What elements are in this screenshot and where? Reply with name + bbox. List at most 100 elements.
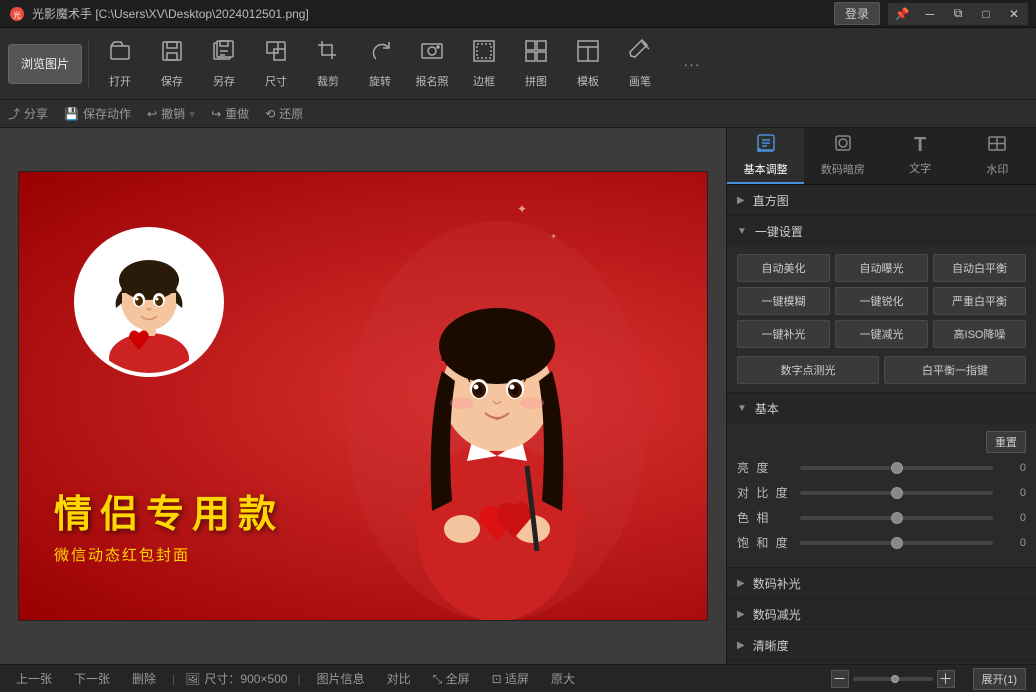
fullscreen-icon: ⤡ xyxy=(433,672,443,686)
tool-save[interactable]: 保存 xyxy=(147,34,197,94)
tab-bar: 基本调整 数码暗房 T 文字 水印 xyxy=(727,128,1036,185)
basic-header[interactable]: ▼ 基本 xyxy=(727,393,1036,423)
contrast-thumb[interactable] xyxy=(891,487,903,499)
tab-watermark-label: 水印 xyxy=(986,161,1008,177)
digital-darken-header[interactable]: ▶ 数码减光 xyxy=(727,599,1036,629)
tool-resize[interactable]: 尺寸 xyxy=(251,34,301,94)
tool-crop-label: 裁剪 xyxy=(317,73,339,89)
undo-icon: ↩ xyxy=(147,107,157,121)
toolbar-divider xyxy=(88,39,89,89)
hue-track[interactable] xyxy=(800,516,993,520)
expand-button[interactable]: 展开(1) xyxy=(973,668,1026,690)
tool-border[interactable]: 边框 xyxy=(459,34,509,94)
tool-collage[interactable]: 拼图 xyxy=(511,34,561,94)
toolbar: 浏览图片 打开 保存 另存 尺寸 裁剪 旋转 xyxy=(0,28,1036,100)
save-action[interactable]: 💾 保存动作 xyxy=(64,105,131,122)
delete-button[interactable]: 删除 xyxy=(126,668,162,689)
fit-button[interactable]: ⊡ 适屏 xyxy=(486,668,535,689)
darkroom-tab-icon xyxy=(833,133,853,158)
info-button[interactable]: 图片信息 xyxy=(311,668,371,689)
redo-icon: ↪ xyxy=(211,107,221,121)
hue-label: 色 相 xyxy=(737,509,792,526)
save-icon xyxy=(160,39,184,69)
image-subtitle: 微信动态红包封面 xyxy=(54,544,284,565)
browse-button[interactable]: 浏览图片 xyxy=(8,44,82,84)
prev-button[interactable]: 上一张 xyxy=(10,668,58,689)
digital-spot-btn[interactable]: 数字点测光 xyxy=(737,356,879,384)
restore-action[interactable]: ⟲ 还原 xyxy=(265,105,303,122)
size-info: 🖼 尺寸：900×500 xyxy=(185,670,287,687)
tab-basic[interactable]: 基本调整 xyxy=(727,128,804,184)
tool-save-label: 保存 xyxy=(161,73,183,89)
tab-darkroom[interactable]: 数码暗房 xyxy=(804,128,881,184)
tool-open-label: 打开 xyxy=(109,73,131,89)
saturation-label: 饱 和 度 xyxy=(737,534,792,551)
fullscreen-button[interactable]: ⤡ 全屏 xyxy=(427,668,476,689)
high-iso-btn[interactable]: 高ISO降噪 xyxy=(933,320,1026,348)
reset-button[interactable]: 重置 xyxy=(986,431,1026,453)
onekey-wide-row: 数字点测光 白平衡一指键 xyxy=(727,356,1036,392)
tool-open[interactable]: 打开 xyxy=(95,34,145,94)
saturation-row: 饱 和 度 0 xyxy=(737,534,1026,551)
zoom-minus-button[interactable]: － xyxy=(831,670,849,688)
clarity-header[interactable]: ▶ 清晰度 xyxy=(727,630,1036,660)
saturation-value: 0 xyxy=(1001,537,1026,549)
tool-photo[interactable]: 报名照 xyxy=(407,34,457,94)
onekey-grid: 自动美化 自动曝光 自动白平衡 一键模糊 一键锐化 严重白平衡 一键补光 一键减… xyxy=(727,246,1036,356)
onekey-sharpen-btn[interactable]: 一键锐化 xyxy=(835,287,928,315)
tool-rotate[interactable]: 旋转 xyxy=(355,34,405,94)
basic-tab-icon xyxy=(756,133,776,158)
contrast-track[interactable] xyxy=(800,491,993,495)
tool-resize-label: 尺寸 xyxy=(265,73,287,89)
original-button[interactable]: 原大 xyxy=(545,668,581,689)
saturation-thumb[interactable] xyxy=(891,537,903,549)
onekey-header[interactable]: ▼ 一键设置 xyxy=(727,216,1036,246)
restore-button[interactable]: ⧉ xyxy=(944,3,972,25)
tool-crop[interactable]: 裁剪 xyxy=(303,34,353,94)
tool-collage-label: 拼图 xyxy=(525,73,547,89)
onekey-blur-btn[interactable]: 一键模糊 xyxy=(737,287,830,315)
zoom-thumb[interactable] xyxy=(891,675,899,683)
contrast-button[interactable]: 对比 xyxy=(381,668,417,689)
share-icon: ⤴ xyxy=(8,105,20,122)
tab-watermark[interactable]: 水印 xyxy=(959,128,1036,184)
hue-thumb[interactable] xyxy=(891,512,903,524)
close-button[interactable]: ✕ xyxy=(1000,3,1028,25)
serious-wb-btn[interactable]: 严重白平衡 xyxy=(933,287,1026,315)
next-button[interactable]: 下一张 xyxy=(68,668,116,689)
auto-wb-btn[interactable]: 自动白平衡 xyxy=(933,254,1026,282)
zoom-plus-button[interactable]: ＋ xyxy=(937,670,955,688)
levels-section: ▶ 色阶 xyxy=(727,661,1036,664)
saveas-icon xyxy=(212,39,236,69)
tab-text[interactable]: T 文字 xyxy=(882,128,959,184)
undo-action[interactable]: ↩ 撤销 ▾ xyxy=(147,105,195,122)
minimize-button[interactable]: ─ xyxy=(916,3,944,25)
tool-draw[interactable]: 画笔 xyxy=(615,34,665,94)
tool-more[interactable]: ··· xyxy=(667,34,717,94)
wb-onekey-btn[interactable]: 白平衡一指键 xyxy=(884,356,1026,384)
onekey-darken-btn[interactable]: 一键减光 xyxy=(835,320,928,348)
tool-saveas[interactable]: 另存 xyxy=(199,34,249,94)
redo-action[interactable]: ↪ 重做 xyxy=(211,105,249,122)
auto-exposure-btn[interactable]: 自动曝光 xyxy=(835,254,928,282)
maximize-button[interactable]: □ xyxy=(972,3,1000,25)
template-icon xyxy=(576,39,600,69)
levels-header[interactable]: ▶ 色阶 xyxy=(727,661,1036,664)
histogram-chevron: ▶ xyxy=(737,195,745,206)
tool-template[interactable]: 模板 xyxy=(563,34,613,94)
pin-button[interactable]: 📌 xyxy=(888,3,916,25)
login-button[interactable]: 登录 xyxy=(834,2,880,25)
auto-beautify-btn[interactable]: 自动美化 xyxy=(737,254,830,282)
contrast-label: 对 比 度 xyxy=(737,484,792,501)
saturation-track[interactable] xyxy=(800,541,993,545)
onekey-fill-btn[interactable]: 一键补光 xyxy=(737,320,830,348)
share-action[interactable]: ⤴ 分享 xyxy=(8,105,48,122)
digital-fill-header[interactable]: ▶ 数码补光 xyxy=(727,568,1036,598)
histogram-header[interactable]: ▶ 直方图 xyxy=(727,185,1036,215)
zoom-slider[interactable] xyxy=(853,677,933,681)
brightness-track[interactable] xyxy=(800,466,993,470)
more-icon: ··· xyxy=(684,56,701,72)
brightness-thumb[interactable] xyxy=(891,462,903,474)
brightness-label: 亮 度 xyxy=(737,459,792,476)
window-title: 光影魔术手 [C:\Users\XV\Desktop\2024012501.pn… xyxy=(32,5,834,22)
